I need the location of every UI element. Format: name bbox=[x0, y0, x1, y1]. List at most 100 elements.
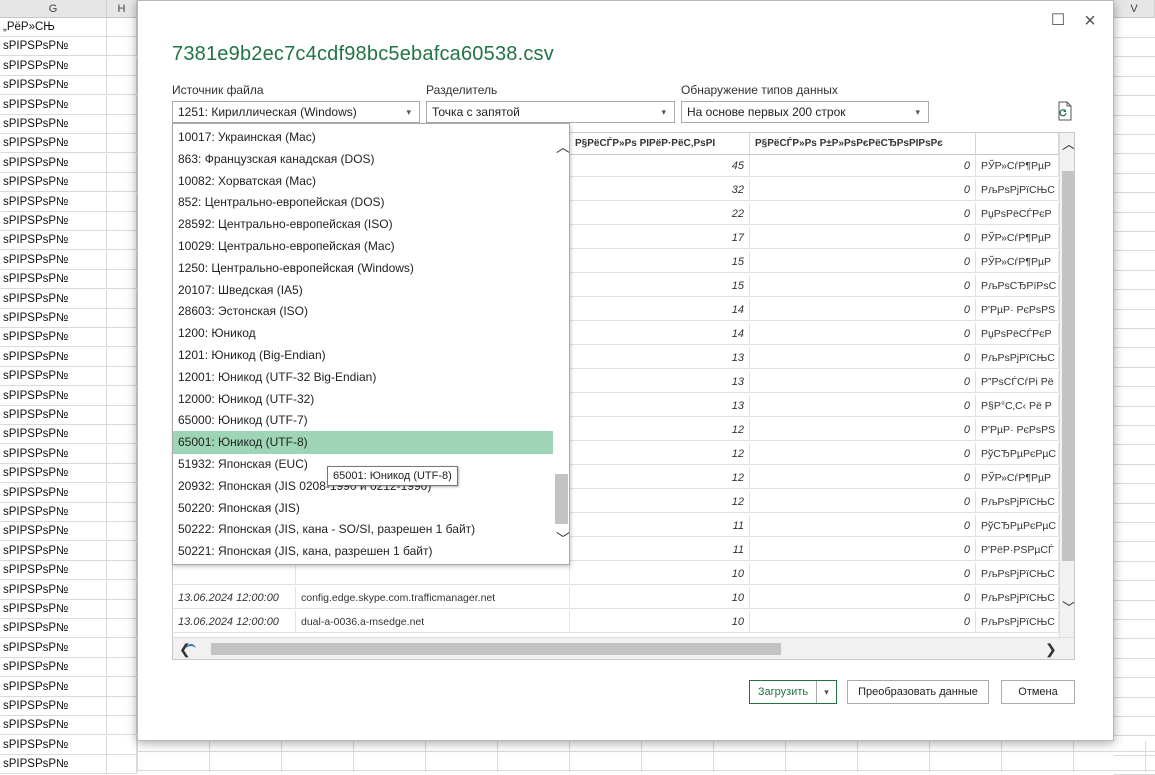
transform-data-button[interactable]: Преобразовать данные bbox=[847, 680, 989, 704]
dropdown-scroll-thumb[interactable] bbox=[555, 474, 568, 524]
sheet-cell[interactable] bbox=[107, 600, 137, 619]
column-header-extra[interactable] bbox=[976, 133, 1059, 155]
encoding-option[interactable]: 28603: Эстонская (ISO) bbox=[173, 300, 553, 322]
sheet-cell[interactable] bbox=[107, 464, 137, 484]
encoding-dropdown-list[interactable]: 10017: Украинская (Mac) 863: Французская … bbox=[172, 123, 570, 565]
sheet-cell[interactable] bbox=[107, 18, 137, 37]
encoding-option[interactable]: 10082: Хорватская (Mac) bbox=[173, 170, 553, 192]
sheet-cell[interactable]: sPIPSPsP№ bbox=[0, 231, 107, 251]
sheet-cell[interactable]: sPIPSPsP№ bbox=[0, 600, 107, 619]
sheet-cell[interactable]: sPIPSPsP№ bbox=[0, 289, 107, 309]
sheet-cell[interactable] bbox=[107, 716, 137, 736]
encoding-option[interactable]: 1201: Юникод (Big-Endian) bbox=[173, 344, 553, 366]
sheet-cell[interactable] bbox=[107, 115, 137, 134]
sheet-cell[interactable]: sPIPSPsP№ bbox=[0, 444, 107, 464]
sheet-cell[interactable] bbox=[107, 425, 137, 445]
sheet-cell[interactable]: sPIPSPsP№ bbox=[0, 367, 107, 387]
sheet-cell[interactable] bbox=[107, 192, 137, 212]
sheet-cell[interactable]: sPIPSPsP№ bbox=[0, 328, 107, 348]
sheet-cell[interactable] bbox=[107, 503, 137, 522]
encoding-option[interactable]: 10017: Украинская (Mac) bbox=[173, 126, 553, 148]
sheet-cell[interactable]: sPIPSPsP№ bbox=[0, 541, 107, 561]
sheet-cell[interactable]: sPIPSPsP№ bbox=[0, 619, 107, 639]
load-options-chevron-icon[interactable]: ▾ bbox=[816, 681, 836, 703]
encoding-option[interactable]: 50222: Японская (JIS, кана - SO/SI, разр… bbox=[173, 518, 553, 540]
sheet-cell[interactable] bbox=[107, 250, 137, 270]
sheet-cell[interactable] bbox=[107, 95, 137, 115]
sheet-cell[interactable] bbox=[107, 658, 137, 678]
column-header-v[interactable]: V bbox=[1114, 0, 1155, 18]
type-detection-select[interactable]: На основе первых 200 строк ▾ bbox=[681, 101, 929, 123]
encoding-option[interactable]: 50221: Японская (JIS, кана, разрешен 1 б… bbox=[173, 540, 553, 562]
sheet-cell[interactable] bbox=[107, 406, 137, 425]
sheet-cell[interactable]: sPIPSPsP№ bbox=[0, 115, 107, 134]
encoding-option[interactable]: 50220: Японская (JIS) bbox=[173, 497, 553, 519]
delimiter-select[interactable]: Точка с запятой ▾ bbox=[426, 101, 675, 123]
horizontal-scrollbar[interactable]: ❮ ❯ bbox=[173, 637, 1074, 659]
sheet-cell[interactable] bbox=[107, 328, 137, 348]
sheet-cell[interactable]: sPIPSPsP№ bbox=[0, 309, 107, 328]
sheet-cell[interactable] bbox=[107, 541, 137, 561]
encoding-option[interactable]: 10029: Центрально-европейская (Mac) bbox=[173, 235, 553, 257]
sheet-cell[interactable] bbox=[107, 153, 137, 173]
sheet-cell[interactable]: sPIPSPsP№ bbox=[0, 76, 107, 96]
sheet-cell[interactable] bbox=[107, 56, 137, 76]
encoding-option[interactable]: 12000: Юникод (UTF-32) bbox=[173, 388, 553, 410]
sheet-cell[interactable]: sPIPSPsP№ bbox=[0, 561, 107, 581]
vertical-scroll-thumb[interactable] bbox=[1062, 171, 1074, 561]
sheet-cell[interactable]: sPIPSPsP№ bbox=[0, 735, 107, 755]
column-header-g[interactable]: G bbox=[0, 0, 107, 18]
scroll-down-icon[interactable]: ﹀ bbox=[556, 532, 569, 546]
sheet-cell[interactable]: sPIPSPsP№ bbox=[0, 37, 107, 57]
vertical-scrollbar[interactable]: ︿ ﹀ bbox=[1059, 133, 1074, 637]
column-header-h[interactable]: H bbox=[107, 0, 137, 18]
sheet-cell[interactable]: sPIPSPsP№ bbox=[0, 697, 107, 716]
sheet-cell[interactable] bbox=[107, 386, 137, 406]
encoding-option[interactable]: 65001: Юникод (UTF-8) bbox=[173, 431, 553, 454]
scroll-right-icon[interactable]: ❯ bbox=[1045, 642, 1057, 656]
file-origin-select[interactable]: 1251: Кириллическая (Windows) ▾ bbox=[172, 101, 420, 123]
refresh-file-icon[interactable] bbox=[1056, 101, 1074, 121]
scroll-up-icon[interactable]: ︿ bbox=[556, 140, 569, 154]
sheet-cell[interactable] bbox=[107, 309, 137, 328]
sheet-cell[interactable] bbox=[107, 522, 137, 542]
encoding-option[interactable]: 28592: Центрально-европейская (ISO) bbox=[173, 213, 553, 235]
sheet-cell[interactable] bbox=[107, 37, 137, 57]
sheet-cell[interactable]: sPIPSPsP№ bbox=[0, 95, 107, 115]
sheet-cell[interactable] bbox=[107, 580, 137, 600]
scroll-down-icon[interactable]: ﹀ bbox=[1062, 601, 1074, 615]
sheet-cell[interactable] bbox=[107, 483, 137, 503]
column-header-visits[interactable]: Р§РёСЃР»Рѕ РІРёР·РёС‚РѕРІ bbox=[570, 133, 750, 155]
sheet-cell[interactable] bbox=[107, 755, 137, 775]
encoding-option[interactable]: 20107: Шведская (IA5) bbox=[173, 279, 553, 301]
sheet-cell[interactable]: sPIPSPsP№ bbox=[0, 250, 107, 270]
sheet-cell[interactable] bbox=[107, 619, 137, 639]
sheet-cell[interactable]: sPIPSPsP№ bbox=[0, 270, 107, 290]
sheet-cell[interactable]: sPIPSPsP№ bbox=[0, 716, 107, 736]
sheet-cell[interactable] bbox=[107, 134, 137, 154]
sheet-cell[interactable]: sPIPSPsP№ bbox=[0, 464, 107, 484]
horizontal-scroll-thumb[interactable] bbox=[211, 643, 781, 655]
sheet-cell[interactable]: sPIPSPsP№ bbox=[0, 677, 107, 697]
encoding-option[interactable]: 852: Центрально-европейская (DOS) bbox=[173, 191, 553, 213]
sheet-cell[interactable]: sPIPSPsP№ bbox=[0, 503, 107, 522]
sheet-cell[interactable] bbox=[107, 735, 137, 755]
sheet-cell[interactable]: sPIPSPsP№ bbox=[0, 406, 107, 425]
encoding-option[interactable]: 1200: Юникод bbox=[173, 322, 553, 344]
sheet-cell[interactable] bbox=[107, 697, 137, 716]
sheet-cell[interactable]: sPIPSPsP№ bbox=[0, 212, 107, 231]
sheet-cell[interactable]: sPIPSPsP№ bbox=[0, 425, 107, 445]
dropdown-scrollbar[interactable]: ︿ ﹀ bbox=[553, 124, 569, 564]
sheet-cell[interactable]: sPIPSPsP№ bbox=[0, 134, 107, 154]
sheet-cell[interactable]: sPIPSPsP№ bbox=[0, 638, 107, 658]
sheet-cell[interactable] bbox=[107, 173, 137, 193]
sheet-cell[interactable]: sPIPSPsP№ bbox=[0, 173, 107, 193]
encoding-option[interactable]: 12001: Юникод (UTF-32 Big-Endian) bbox=[173, 366, 553, 388]
sheet-cell[interactable] bbox=[107, 76, 137, 96]
cancel-button[interactable]: Отмена bbox=[1001, 680, 1075, 704]
sheet-cell[interactable]: sPIPSPsP№ bbox=[0, 658, 107, 678]
sheet-cell[interactable] bbox=[107, 289, 137, 309]
sheet-cell[interactable]: sPIPSPsP№ bbox=[0, 347, 107, 367]
sheet-cell[interactable]: sPIPSPsP№ bbox=[0, 580, 107, 600]
sheet-cell[interactable]: sPIPSPsP№ bbox=[0, 153, 107, 173]
